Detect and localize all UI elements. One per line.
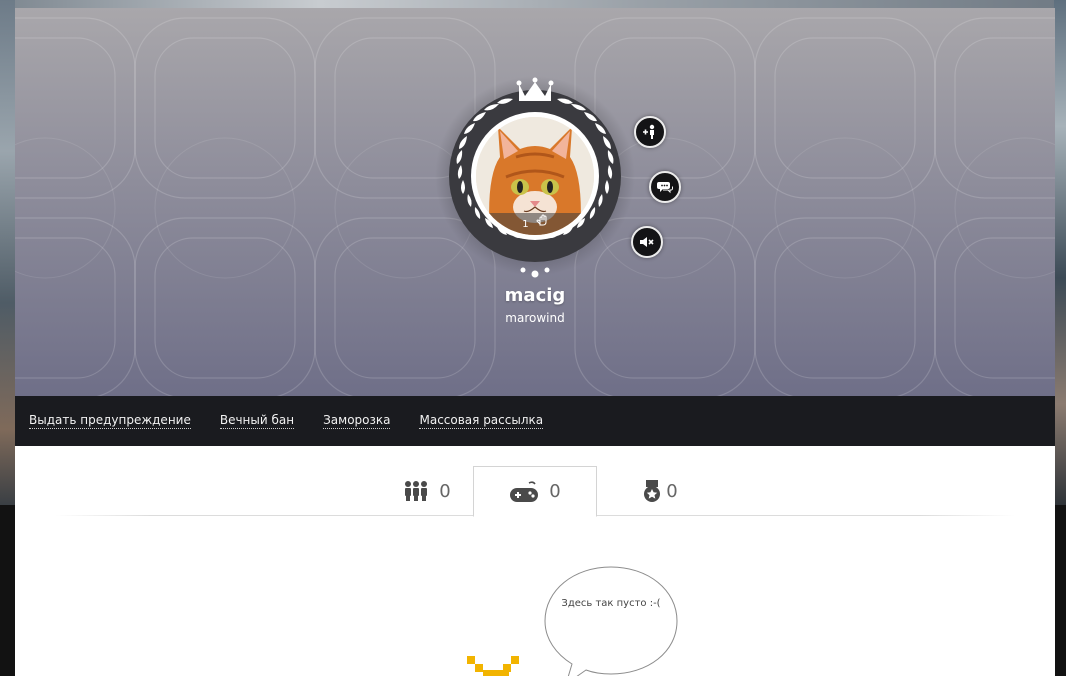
game-background-left	[0, 0, 15, 505]
profile-nickname: macig	[504, 285, 566, 306]
permanent-ban-link[interactable]: Вечный бан	[219, 413, 295, 429]
avatar[interactable]: 1	[476, 117, 594, 235]
profile-content: 0 0 0 Здесь так пусто:-(	[15, 446, 1055, 676]
profile-subtitle: marowind	[505, 311, 565, 325]
likes-count: 1	[522, 219, 529, 230]
mass-mailing-link[interactable]: Массовая рассылка	[419, 413, 544, 429]
awards-count: 0	[666, 480, 678, 502]
mute-speaker-icon	[640, 237, 654, 247]
medal-icon	[642, 479, 662, 503]
issue-warning-link[interactable]: Выдать предупреждение	[29, 413, 191, 429]
gamepad-icon	[509, 480, 539, 503]
friends-count: 0	[439, 480, 451, 502]
game-background-top	[0, 0, 1066, 8]
message-button[interactable]	[649, 171, 681, 203]
pixel-mascot-icon	[467, 656, 519, 676]
tab-friends[interactable]: 0	[387, 466, 467, 516]
chat-bubble-icon	[657, 182, 673, 194]
avatar-frame: 1	[435, 76, 635, 286]
add-friend-button[interactable]	[634, 116, 666, 148]
game-background-right	[1054, 0, 1066, 505]
games-count: 0	[549, 481, 561, 502]
admin-actions-bar: Выдать предупреждение Вечный бан Замороз…	[15, 396, 1055, 446]
hand-like-icon	[536, 213, 548, 235]
freeze-link[interactable]: Заморозка	[323, 413, 391, 429]
mute-button[interactable]	[631, 226, 663, 258]
friends-icon	[403, 480, 429, 502]
tab-games[interactable]: 0	[473, 466, 597, 517]
like-counter[interactable]: 1	[476, 213, 594, 235]
empty-state-message: Здесь так пусто :-(	[561, 598, 661, 609]
profile-header: 1 macig marowind	[15, 8, 1055, 396]
speech-bubble	[544, 566, 678, 676]
add-person-icon	[643, 124, 655, 139]
tab-awards[interactable]: 0	[635, 466, 685, 516]
profile-panel: 1 macig marowind Выдать предупреждение В…	[15, 8, 1055, 676]
